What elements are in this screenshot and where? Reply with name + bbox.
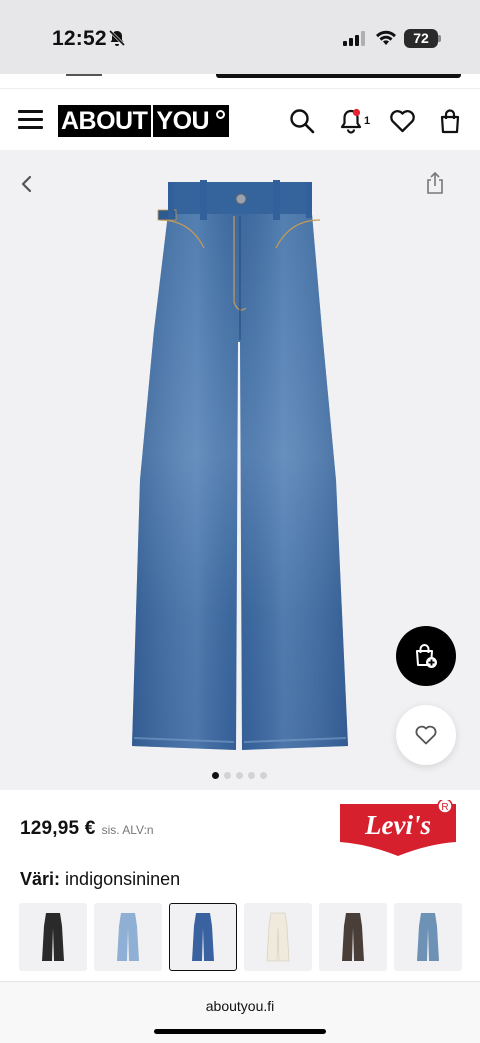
logo-you: YOU: [153, 105, 230, 137]
shopping-bag-icon[interactable]: [439, 108, 461, 134]
product-image-jeans: [132, 180, 348, 750]
url-text[interactable]: aboutyou.fi: [0, 998, 480, 1014]
app-header: ABOUT YOU 1: [0, 88, 480, 150]
heart-icon: [415, 725, 437, 745]
swatch-jeans-thumbnail: [192, 913, 214, 961]
share-icon[interactable]: [424, 171, 446, 195]
wishlist-heart-icon[interactable]: [389, 108, 416, 134]
swatch-jeans-thumbnail: [42, 913, 64, 961]
color-value: indigonsininen: [65, 869, 181, 889]
swatch-jeans-thumbnail: [266, 912, 290, 962]
status-bar: 12:52 72: [0, 0, 480, 74]
gallery-dot[interactable]: [260, 772, 267, 779]
add-to-cart-button[interactable]: [396, 626, 456, 686]
swatch-jeans-thumbnail: [417, 913, 439, 961]
color-swatch-mid-blue[interactable]: [394, 903, 462, 971]
swatch-jeans-thumbnail: [117, 913, 139, 961]
color-swatch-black[interactable]: [19, 903, 87, 971]
bag-plus-icon: [416, 644, 437, 668]
gallery-dot[interactable]: [212, 772, 219, 779]
gallery-dot[interactable]: [248, 772, 255, 779]
color-label: Väri:: [20, 869, 61, 889]
menu-icon[interactable]: [18, 110, 43, 130]
color-swatch-light-blue[interactable]: [94, 903, 162, 971]
previous-sheet-tab: [66, 74, 102, 76]
svg-text:R: R: [441, 802, 448, 813]
swatch-jeans-thumbnail: [342, 913, 364, 961]
logo-you-text: YOU: [156, 107, 210, 135]
about-you-logo[interactable]: ABOUT YOU: [58, 105, 230, 137]
price-row: 129,95 € sis. ALV:n: [20, 818, 154, 840]
notification-count: 1: [364, 115, 371, 127]
signal-icon: [343, 31, 365, 46]
logo-ring: [216, 110, 226, 119]
home-indicator: [154, 1029, 326, 1034]
brand-name: Levi's: [364, 810, 431, 840]
logo-about: ABOUT: [58, 105, 152, 137]
bell-off-icon: [108, 29, 126, 47]
color-swatch-dark-brown[interactable]: [319, 903, 387, 971]
color-swatch-indigo[interactable]: [169, 903, 237, 971]
gallery-pagination: [212, 772, 267, 779]
status-time: 12:52: [52, 27, 107, 50]
previous-sheet-indicator: [216, 74, 461, 78]
wifi-icon: [376, 30, 396, 45]
add-to-wishlist-button[interactable]: [396, 705, 456, 765]
battery-indicator: 72: [404, 29, 438, 48]
gallery-dot[interactable]: [236, 772, 243, 779]
gallery-dot[interactable]: [224, 772, 231, 779]
levis-brand-logo[interactable]: Levi's R: [338, 800, 462, 856]
search-icon[interactable]: [289, 108, 315, 134]
color-swatch-cream[interactable]: [244, 903, 312, 971]
vat-note: sis. ALV:n: [101, 823, 154, 837]
color-row: Väri: indigonsininen: [20, 869, 180, 890]
back-arrow-icon[interactable]: [18, 174, 36, 194]
battery-cap: [438, 35, 441, 42]
notification-bell-icon[interactable]: [338, 108, 364, 134]
color-swatches: [19, 903, 462, 971]
product-price: 129,95 €: [20, 818, 96, 839]
browser-bar: aboutyou.fi: [0, 981, 480, 1043]
